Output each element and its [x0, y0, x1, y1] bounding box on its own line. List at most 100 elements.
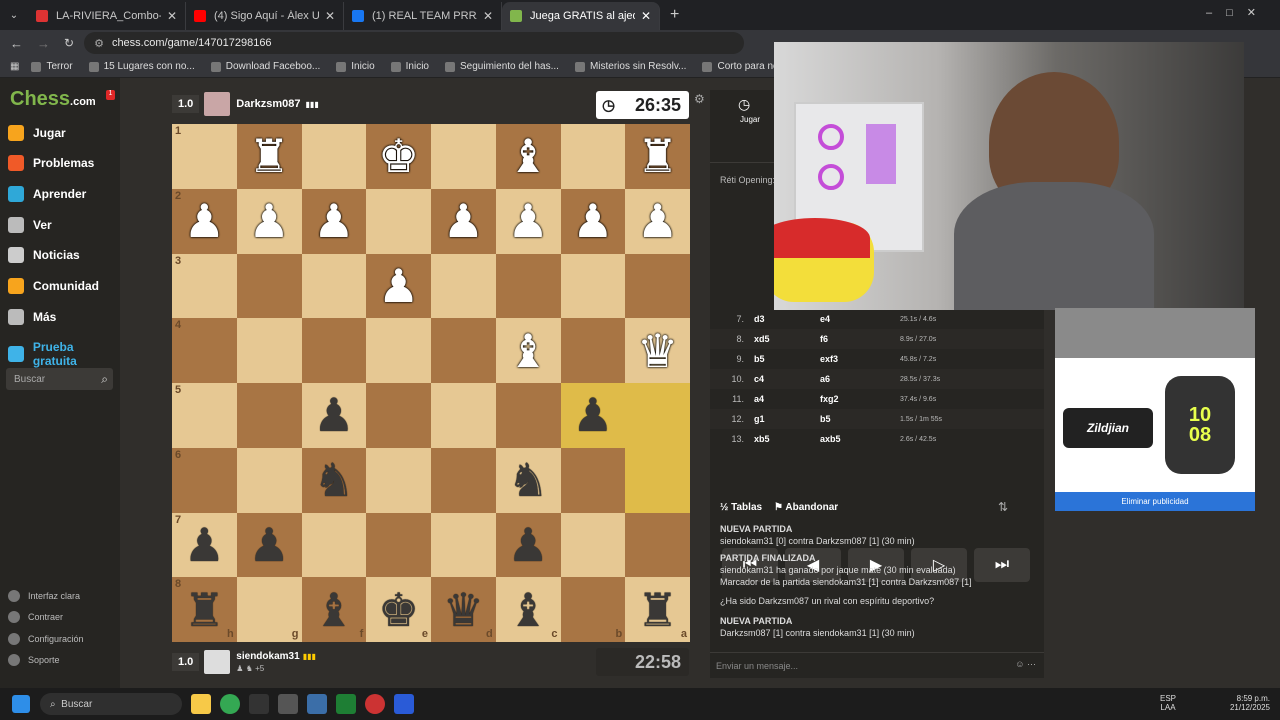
avatar[interactable] [204, 650, 231, 674]
board-square[interactable]: ♝ [495, 318, 561, 383]
board-square[interactable] [560, 124, 626, 189]
message-input[interactable]: Enviar un mensaje... ☺ ⋯ [710, 652, 1044, 678]
window-controls[interactable]: –□✕ [1206, 6, 1270, 19]
move-row[interactable]: 7. d3 e4 25.1s / 4.6s [710, 309, 1044, 329]
resign-button[interactable]: ⚑ Abandonar [774, 502, 838, 513]
browser-tab[interactable]: (1) REAL TEAM PRRAS! | Faceb✕ [344, 2, 502, 30]
sidebar-footer-item[interactable]: Interfaz clara [8, 590, 80, 602]
remove-ads-button[interactable]: Eliminar publicidad [1055, 492, 1255, 511]
board-square[interactable] [495, 383, 561, 448]
white-piece[interactable]: ♚ [378, 133, 419, 179]
black-piece[interactable]: ♝ [313, 587, 354, 633]
draw-button[interactable]: ½ Tablas [720, 502, 762, 513]
board-square[interactable]: ♟ 2 [172, 188, 237, 254]
board-square[interactable] [431, 383, 496, 448]
board-square[interactable] [236, 253, 302, 319]
black-piece[interactable]: ♟ [249, 522, 290, 568]
board-square[interactable] [301, 512, 367, 578]
board-square[interactable] [366, 318, 431, 383]
move-row[interactable]: 12. g1 b5 1.5s / 1m 55s [710, 409, 1044, 429]
move-row[interactable]: 13. xb5 axb5 2.6s / 42.5s [710, 429, 1044, 449]
board-square[interactable] [431, 124, 496, 189]
board-square[interactable]: ♟ [236, 188, 302, 254]
board-square[interactable]: ♟ [236, 512, 302, 578]
white-piece[interactable]: ♟ [184, 198, 225, 244]
top-player-name[interactable]: Darkzsm087 [236, 98, 300, 110]
move-row[interactable]: 11. a4 fxg2 37.4s / 9.6s [710, 389, 1044, 409]
sidebar-item-ver[interactable]: Ver [8, 217, 52, 233]
move-row[interactable]: 9. b5 exf3 45.8s / 7.2s [710, 349, 1044, 369]
sidebar-footer-item[interactable]: Soporte [8, 654, 60, 666]
board-square[interactable]: 6 [172, 447, 237, 513]
sidebar-item-comunidad[interactable]: Comunidad [8, 278, 99, 294]
board-square[interactable]: ♜ a [625, 577, 690, 642]
new-tab-button[interactable]: + [670, 6, 679, 24]
board-square[interactable] [431, 318, 496, 383]
board-square[interactable]: ♟ [301, 188, 367, 254]
board-square[interactable]: ♜ 8 h [172, 577, 237, 642]
white-piece[interactable]: ♝ [508, 328, 549, 374]
board-square[interactable] [625, 447, 690, 513]
board-square[interactable] [625, 383, 690, 448]
last-move-button[interactable]: ⏭ [974, 548, 1030, 582]
board-square[interactable]: ♟ [560, 188, 626, 254]
emoji-icon[interactable]: ☺ ⋯ [1015, 659, 1036, 670]
board-square[interactable]: b [560, 577, 626, 642]
bookmark-item[interactable]: 15 Lugares con no... [88, 61, 195, 72]
black-piece[interactable]: ♟ [508, 522, 549, 568]
white-piece[interactable]: ♜ [637, 133, 678, 179]
white-piece[interactable]: ♟ [378, 263, 419, 309]
board-square[interactable]: ♟ [495, 512, 561, 578]
sidebar-item-aprender[interactable]: Aprender [8, 186, 86, 202]
notification-badge[interactable]: 1 [106, 90, 115, 100]
board-square[interactable] [625, 253, 690, 319]
chess-board[interactable]: 1 ♜ ♚ ♝ ♜ ♟ 2 ♟ ♟ ♟ ♟ ♟ ♟ 3 ♟ 4 ♝ ♛ 5 ♟ ♟ 6 ♞ ♞ ♟ 7 ♟ ♟ ♜ 8 h g ♝ f ♚ e ♛ d ♝ c… [172, 124, 690, 642]
flip-board-icon[interactable]: ⇅ [998, 500, 1008, 514]
white-piece[interactable]: ♟ [572, 198, 613, 244]
board-square[interactable]: ♜ [625, 124, 690, 189]
taskbar-search[interactable]: ⌕ Buscar [40, 693, 182, 715]
board-square[interactable]: ♟ [560, 383, 626, 448]
windows-start-icon[interactable] [12, 695, 30, 713]
board-square[interactable] [236, 383, 302, 448]
board-square[interactable] [236, 447, 302, 513]
app-icon[interactable] [365, 694, 385, 714]
chess-logo[interactable]: Chess.com [10, 88, 96, 111]
black-piece[interactable]: ♞ [508, 457, 549, 503]
board-square[interactable]: 3 [172, 253, 237, 319]
sidebar-item-jugar[interactable]: Jugar [8, 125, 66, 141]
board-square[interactable]: 1 [172, 124, 237, 189]
browser-tab[interactable]: LA-RIVIERA_Combo-2-Asados-✕ [28, 2, 186, 30]
sidebar-item-más[interactable]: Más [8, 309, 56, 325]
browser-tab[interactable]: Juega GRATIS al ajedrez on✕ [502, 2, 660, 30]
black-piece[interactable]: ♚ [378, 587, 419, 633]
board-square[interactable] [495, 253, 561, 319]
board-square[interactable]: ♛ [625, 318, 690, 383]
board-square[interactable]: ♜ [236, 124, 302, 189]
browser-tab[interactable]: (4) Sigo Aquí - Álex Ubago✕ [186, 2, 344, 30]
black-piece[interactable]: ♜ [184, 587, 225, 633]
board-square[interactable]: ♛ d [431, 577, 496, 642]
white-piece[interactable]: ♟ [508, 198, 549, 244]
search-icon[interactable]: ⌕ [101, 372, 108, 387]
advertisement[interactable]: Zildjian 10 08 Eliminar publicidad [1055, 308, 1255, 511]
url-field[interactable]: ⚙ chess.com/game/147017298166 [84, 32, 745, 54]
board-square[interactable] [301, 253, 367, 319]
white-piece[interactable]: ♛ [637, 328, 678, 374]
black-piece[interactable]: ♝ [508, 587, 549, 633]
forward-icon[interactable]: → [37, 36, 50, 51]
board-square[interactable] [431, 253, 496, 319]
app-icon[interactable] [249, 694, 269, 714]
board-square[interactable]: ♚ [366, 124, 431, 189]
white-piece[interactable]: ♟ [249, 198, 290, 244]
move-row[interactable]: 10. c4 a6 28.5s / 37.3s [710, 369, 1044, 389]
board-square[interactable]: ♟ [366, 253, 431, 319]
board-square[interactable] [431, 447, 496, 513]
board-square[interactable] [560, 318, 626, 383]
bookmark-item[interactable]: Seguimiento del has... [445, 61, 559, 72]
board-square[interactable] [301, 318, 367, 383]
black-piece[interactable]: ♟ [572, 392, 613, 438]
close-icon[interactable]: ✕ [167, 9, 177, 23]
board-square[interactable]: ♟ [431, 188, 496, 254]
board-square[interactable] [236, 318, 302, 383]
